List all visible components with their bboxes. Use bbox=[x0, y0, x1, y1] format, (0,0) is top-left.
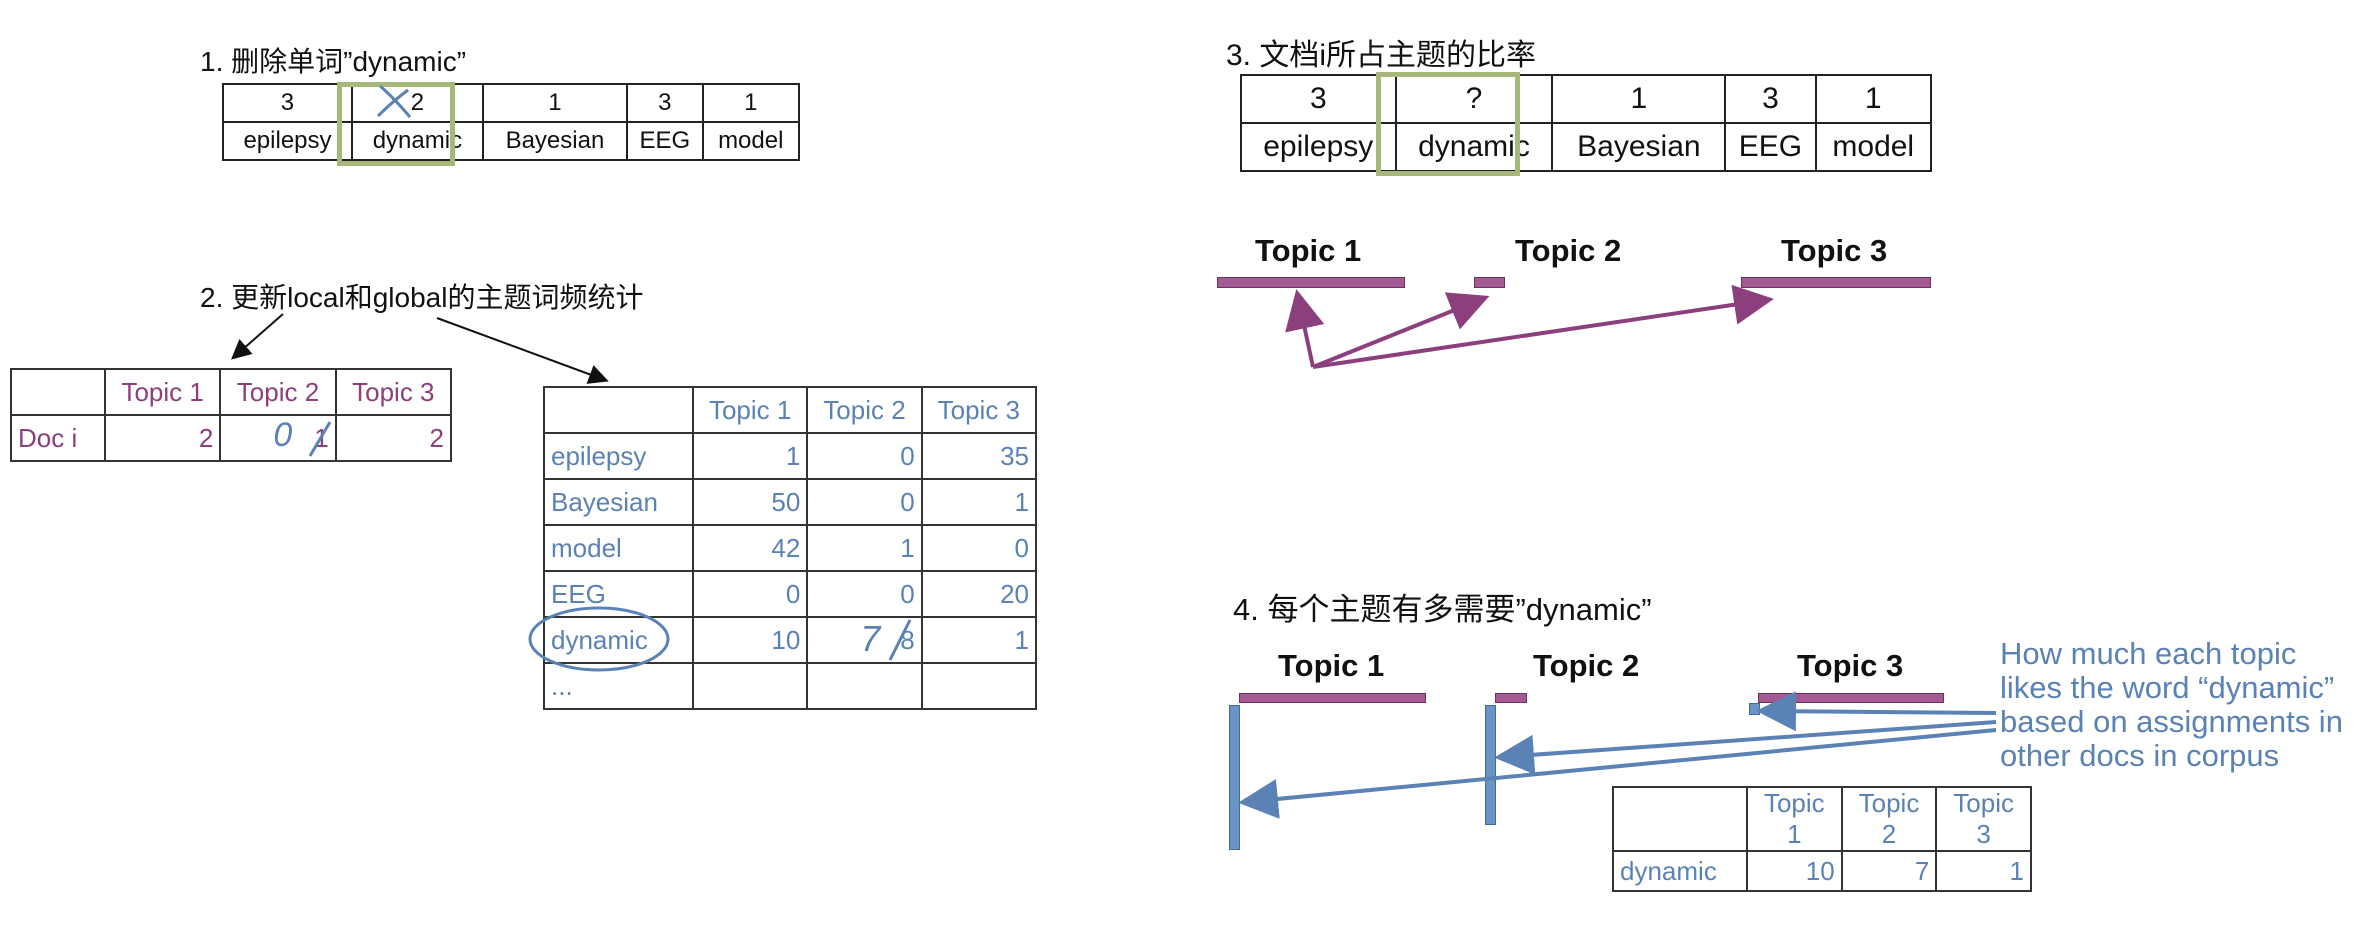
arrow-to-global-table bbox=[436, 317, 609, 384]
arrow-to-local-table bbox=[230, 313, 284, 360]
circle-mark bbox=[528, 606, 670, 672]
arrow-to-topic3 bbox=[1312, 284, 1774, 369]
arrow-to-topic1-bar bbox=[1238, 728, 1997, 819]
arrow-to-topic1 bbox=[1285, 289, 1325, 368]
arrow-to-topic3-bar bbox=[1756, 691, 1997, 732]
arrow-to-topic2 bbox=[1312, 292, 1490, 369]
strikeout-mark bbox=[308, 421, 332, 457]
annotation-overlay bbox=[230, 84, 1997, 819]
strikeout-mark bbox=[888, 619, 912, 661]
strikeout-mark bbox=[376, 88, 409, 118]
